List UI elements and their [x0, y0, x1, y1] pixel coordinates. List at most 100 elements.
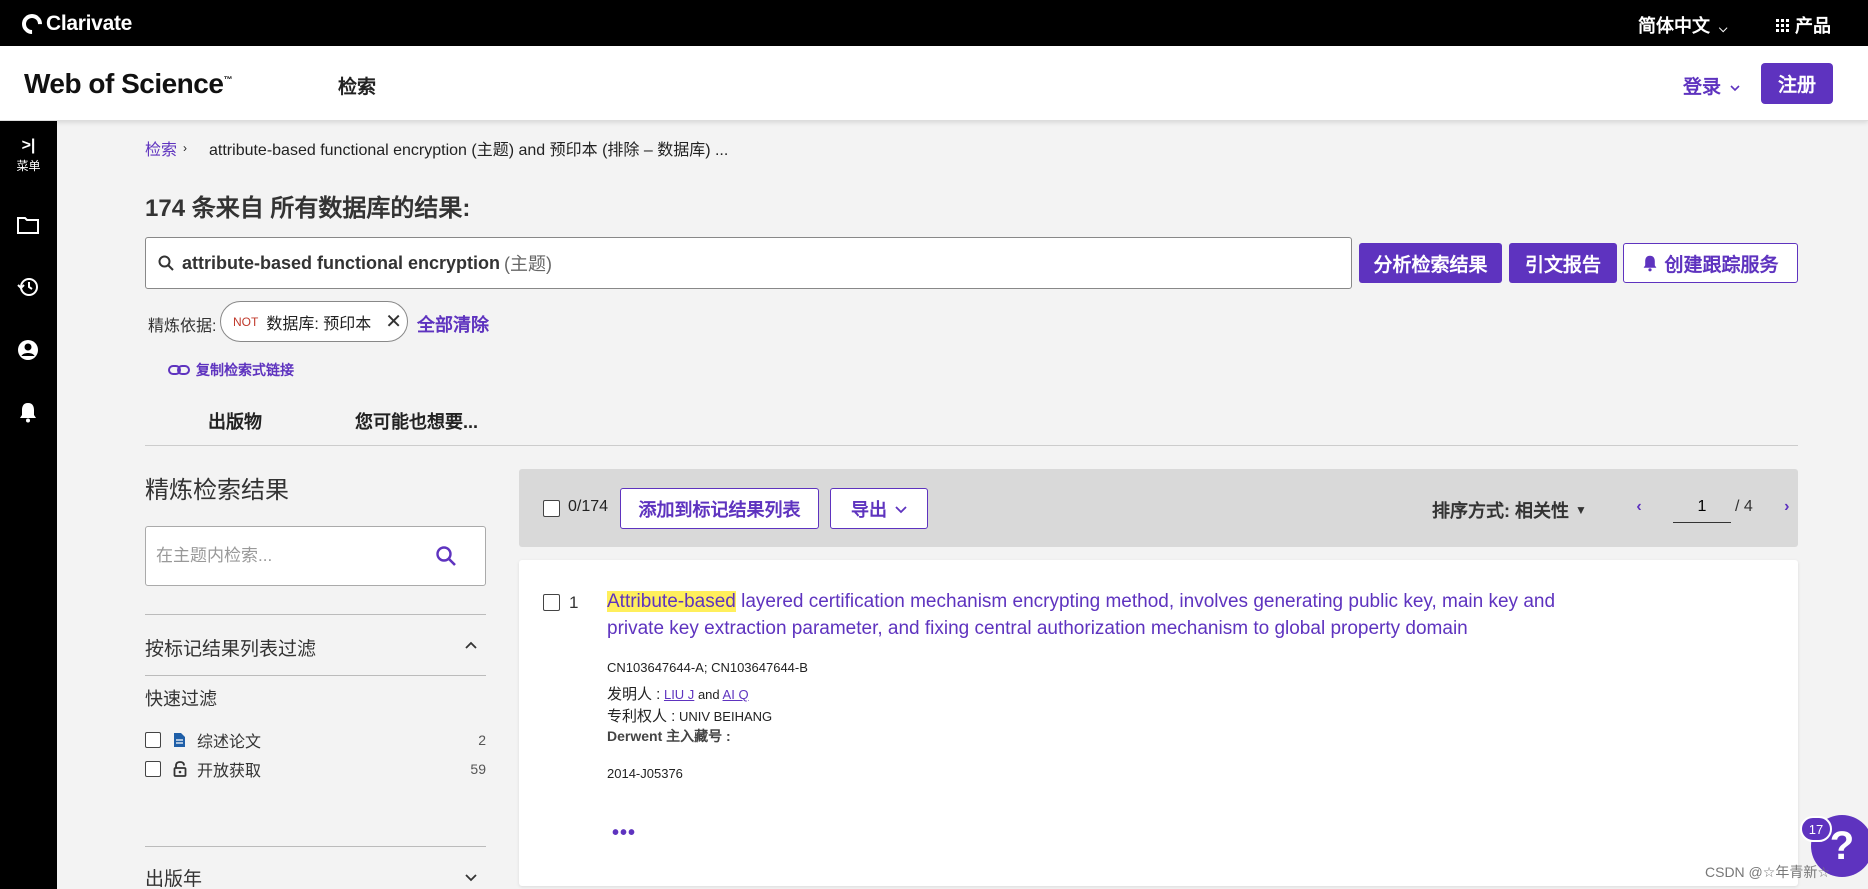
products-label: 产品 [1795, 16, 1831, 36]
inventor-link-2[interactable]: AI Q [723, 687, 749, 702]
tab-you-may-also-like[interactable]: 您可能也想要... [355, 408, 478, 434]
folder-icon[interactable] [12, 209, 44, 241]
query-text: attribute-based functional encryption [182, 252, 501, 273]
patent-number: CN103647644-A; CN103647644-B [607, 660, 808, 675]
wos-logo-text: Web of Science [24, 68, 224, 99]
divider [145, 614, 486, 615]
link-icon [168, 365, 190, 375]
derwent-label-text: Derwent 主入藏号 : [607, 728, 731, 744]
inventors-line: 发明人 : LIU J and AI Q [607, 683, 749, 704]
language-label: 简体中文 [1638, 16, 1710, 36]
sort-label: 排序方式: 相关性 [1432, 501, 1569, 521]
not-badge: NOT [233, 314, 259, 329]
nav-search-link[interactable]: 检索 [338, 72, 376, 99]
open-access-count: 59 [470, 761, 486, 777]
copy-link-label: 复制检索式链接 [196, 362, 294, 378]
record-number: 1 [569, 593, 579, 612]
chevron-right-icon: › [183, 141, 188, 155]
filter-chip-preprint: NOT 数据库: 预印本 ✕ [220, 301, 408, 342]
grid-icon [1776, 18, 1789, 32]
more-options-button[interactable]: ••• [612, 822, 636, 845]
export-button[interactable]: 导出 [830, 488, 928, 529]
review-count: 2 [478, 732, 486, 748]
clear-all-button[interactable]: 全部清除 [417, 311, 489, 337]
export-label: 导出 [851, 499, 887, 520]
filter-chip-label: 数据库: 预印本 [266, 315, 372, 333]
sort-dropdown[interactable]: 排序方式: 相关性 ▼ [1432, 497, 1587, 523]
next-page-icon[interactable]: › [1777, 498, 1797, 516]
language-selector[interactable]: 简体中文 ⌵ [1638, 12, 1727, 38]
query-field: (主题) [504, 254, 553, 274]
inventor-and: and [697, 687, 720, 702]
result-record-1: 1 Attribute-based layered certification … [519, 560, 1798, 886]
analyze-results-button[interactable]: 分析检索结果 [1359, 243, 1502, 283]
citation-report-button[interactable]: 引文报告 [1509, 243, 1617, 283]
refine-search-box [145, 526, 486, 586]
bell-icon[interactable] [12, 396, 44, 428]
refine-by-label: 精炼依据: [148, 318, 217, 335]
chevron-down-icon: ⌵ [1719, 23, 1728, 35]
register-button[interactable]: 注册 [1761, 63, 1833, 104]
pagination: ‹ / 4 › [1629, 491, 1797, 523]
chevron-up-icon[interactable] [465, 641, 477, 651]
breadcrumb: 检索 › attribute-based functional encrypti… [145, 136, 728, 160]
tabs-divider [145, 445, 1798, 446]
chevron-down-icon [1730, 85, 1740, 92]
page-number-input[interactable] [1673, 491, 1731, 523]
copy-query-link[interactable]: 复制检索式链接 [168, 360, 294, 380]
breadcrumb-query: attribute-based functional encryption (主… [209, 142, 729, 159]
tab-publications[interactable]: 出版物 [208, 408, 262, 434]
login-dropdown[interactable]: 登录 [1683, 72, 1740, 99]
quick-filter-title: 快速过滤 [145, 689, 217, 709]
create-alert-button[interactable]: 创建跟踪服务 [1623, 243, 1798, 283]
clarivate-logo-icon [17, 9, 47, 39]
inventor-label: 发明人 : [607, 686, 661, 703]
assignee-value: UNIV BEIHANG [678, 709, 773, 724]
divider [145, 675, 486, 676]
side-nav: >| 菜单 [0, 121, 57, 889]
select-all-checkbox[interactable] [543, 500, 560, 517]
clarivate-logo-text: Clarivate [46, 12, 133, 35]
results-count-title: 174 条来自 所有数据库的结果: [145, 195, 471, 222]
history-icon[interactable] [12, 271, 44, 303]
breadcrumb-search-link[interactable]: 检索 [145, 136, 177, 160]
divider [145, 846, 486, 847]
caret-down-icon: ▼ [1575, 503, 1587, 517]
chevron-down-icon[interactable] [465, 872, 477, 882]
refine-search-input[interactable] [156, 541, 416, 571]
trademark: ™ [223, 74, 232, 85]
review-checkbox[interactable] [145, 732, 161, 748]
query-display-box[interactable]: attribute-based functional encryption (主… [145, 237, 1352, 289]
menu-toggle[interactable]: >| 菜单 [0, 137, 57, 174]
open-access-checkbox[interactable] [145, 761, 161, 777]
filter-marked-list-toggle[interactable]: 按标记结果列表过滤 [145, 634, 316, 661]
record-title-link[interactable]: Attribute-based layered certification me… [607, 588, 1607, 642]
chevron-down-icon [895, 505, 907, 513]
search-icon[interactable] [435, 545, 457, 567]
selected-count: 0/174 [568, 498, 609, 515]
unlock-icon [173, 761, 189, 777]
previous-page-icon[interactable]: ‹ [1629, 498, 1649, 516]
derwent-label: Derwent 主入藏号 : [607, 726, 731, 746]
refine-panel-title: 精炼检索结果 [145, 477, 289, 504]
quick-filter-open-access[interactable]: 开放获取 59 [145, 758, 486, 780]
publication-year-toggle[interactable]: 出版年 [145, 864, 202, 889]
app-header: Web of Science™ 检索 登录 注册 [0, 46, 1868, 121]
quick-filter-review[interactable]: 综述论文 2 [145, 729, 486, 751]
products-menu[interactable]: 产品 [1776, 12, 1831, 38]
user-profile-icon[interactable] [12, 334, 44, 366]
total-pages: / 4 [1735, 498, 1753, 515]
web-of-science-logo[interactable]: Web of Science™ [24, 68, 232, 100]
derwent-number: 2014-J05376 [607, 766, 683, 781]
clarivate-logo[interactable]: Clarivate [17, 9, 133, 39]
expand-menu-icon: >| [21, 137, 36, 154]
bell-icon [1644, 255, 1657, 272]
inventor-link-1[interactable]: LIU J [664, 687, 694, 702]
close-icon[interactable]: ✕ [385, 309, 402, 334]
review-label: 综述论文 [197, 734, 262, 751]
menu-label: 菜单 [16, 159, 41, 173]
record-checkbox[interactable] [543, 594, 560, 611]
document-icon [173, 732, 189, 748]
add-to-marked-list-button[interactable]: 添加到标记结果列表 [620, 488, 819, 529]
top-bar: Clarivate 简体中文 ⌵ 产品 [0, 0, 1868, 46]
